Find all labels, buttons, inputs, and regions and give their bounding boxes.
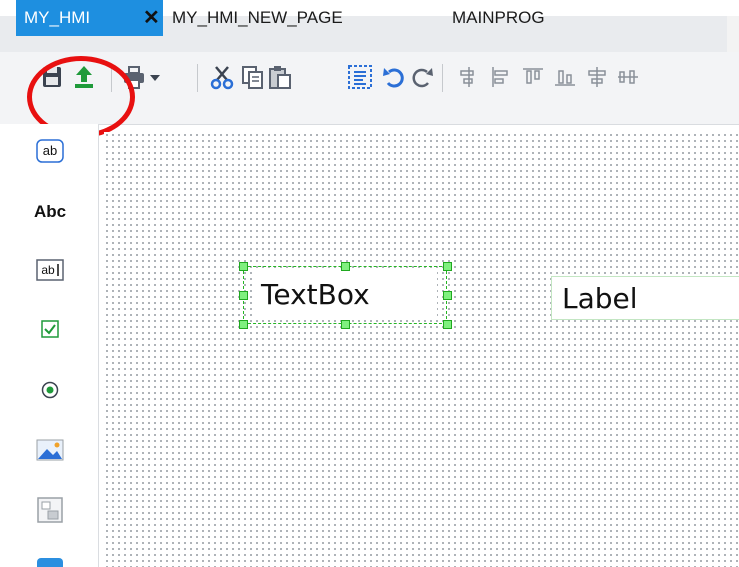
- redo-icon[interactable]: [408, 63, 436, 91]
- label-control[interactable]: Label: [551, 276, 739, 320]
- cut-icon[interactable]: [208, 63, 236, 91]
- copy-icon[interactable]: [238, 63, 266, 91]
- close-icon[interactable]: ✕: [143, 0, 160, 36]
- tab-scroll-edge: [727, 16, 739, 52]
- button-tool-icon[interactable]: [36, 554, 64, 567]
- textbox-tool-text: ab: [43, 143, 57, 158]
- dropdown-arrow-icon[interactable]: [148, 63, 162, 91]
- label-tool[interactable]: Abc: [33, 198, 67, 226]
- toolbar-separator: [442, 64, 443, 92]
- save-icon[interactable]: [38, 63, 66, 91]
- resize-handle[interactable]: [341, 320, 350, 329]
- label-tool-text: Abc: [33, 202, 67, 221]
- print-icon[interactable]: [120, 63, 148, 91]
- resize-handle[interactable]: [239, 291, 248, 300]
- resize-handle[interactable]: [239, 320, 248, 329]
- select-all-icon[interactable]: [346, 63, 374, 91]
- toolbar-separator: [197, 64, 198, 92]
- resize-handle[interactable]: [443, 291, 452, 300]
- design-canvas[interactable]: [104, 132, 739, 567]
- tab-my-hmi-label: MY_HMI: [24, 8, 91, 27]
- toolbar: [0, 52, 739, 125]
- checkbox-tool-icon[interactable]: [36, 315, 64, 343]
- resize-handle[interactable]: [443, 320, 452, 329]
- resize-handle[interactable]: [443, 262, 452, 271]
- align-top-icon[interactable]: [519, 63, 547, 91]
- tab-my-hmi-new-page-label: MY_HMI_NEW_PAGE: [172, 8, 343, 27]
- toolbox-panel: ab Abc ab: [0, 124, 99, 567]
- distribute-icon[interactable]: [614, 63, 642, 91]
- panel-tool-icon[interactable]: [36, 496, 64, 524]
- align-left-icon[interactable]: [455, 63, 483, 91]
- tab-my-hmi-new-page[interactable]: MY_HMI_NEW_PAGE: [172, 0, 343, 36]
- image-tool-icon[interactable]: [36, 436, 64, 464]
- svg-text:ab: ab: [41, 263, 55, 277]
- input-tool-icon[interactable]: ab: [36, 256, 64, 284]
- align-bottom-icon[interactable]: [551, 63, 579, 91]
- resize-handle[interactable]: [341, 262, 350, 271]
- upload-icon[interactable]: [70, 63, 98, 91]
- tab-my-hmi[interactable]: MY_HMI ✕: [16, 0, 163, 36]
- textbox-control[interactable]: TextBox: [253, 272, 437, 318]
- align-center-icon[interactable]: [487, 63, 515, 91]
- align-middle-icon[interactable]: [583, 63, 611, 91]
- tab-mainprog-label: MAINPROG: [452, 8, 545, 27]
- undo-icon[interactable]: [380, 63, 408, 91]
- paste-icon[interactable]: [266, 63, 294, 91]
- textbox-tool-icon[interactable]: ab: [36, 137, 64, 165]
- toolbar-separator: [111, 64, 112, 92]
- tab-mainprog[interactable]: MAINPROG: [452, 0, 545, 36]
- resize-handle[interactable]: [239, 262, 248, 271]
- radio-tool-icon[interactable]: [36, 376, 64, 404]
